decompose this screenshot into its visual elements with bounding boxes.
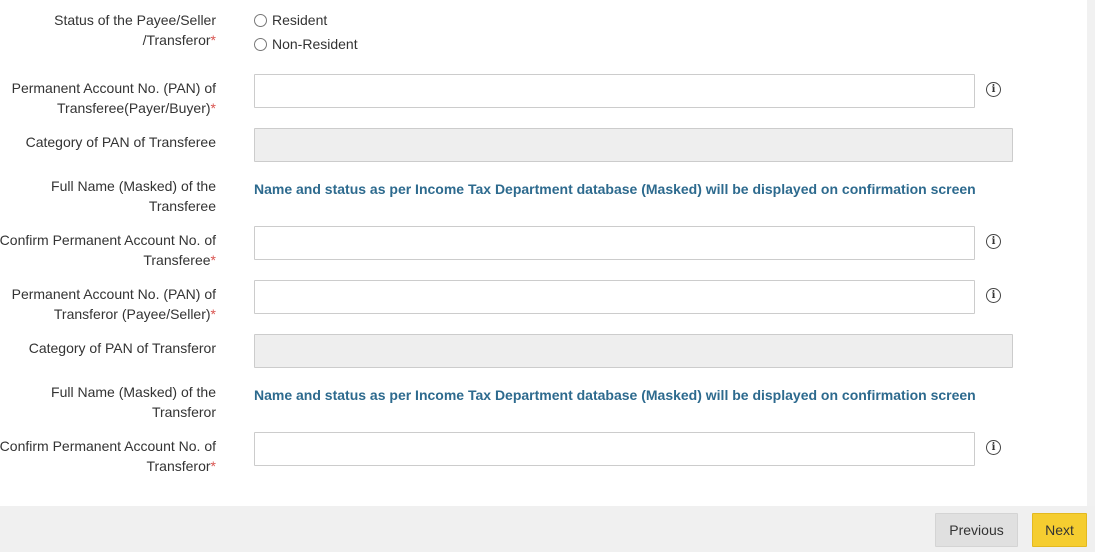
info-icon[interactable]: i	[986, 288, 1001, 303]
required-marker: *	[210, 458, 216, 474]
pan-transferee-label-line2: Transferee(Payer/Buyer)	[57, 100, 211, 116]
confirm-pan-transferee-label-line2: Transferee	[143, 252, 211, 268]
name-transferor-label-line1: Full Name (Masked) of the	[51, 384, 216, 400]
confirm-pan-transferor-input[interactable]	[254, 432, 975, 466]
category-transferee-field	[254, 128, 1013, 162]
scrollbar-track[interactable]	[1087, 0, 1095, 506]
radio-resident-label[interactable]: Resident	[272, 10, 327, 30]
required-marker: *	[210, 306, 216, 322]
required-marker: *	[210, 252, 216, 268]
name-transferee-label: Full Name (Masked) of the Transferee	[51, 176, 216, 216]
info-icon[interactable]: i	[986, 82, 1001, 97]
pan-transferor-label-line1: Permanent Account No. (PAN) of	[11, 286, 216, 302]
previous-button[interactable]: Previous	[935, 513, 1018, 547]
form-panel: Status of the Payee/Seller /Transferor* …	[0, 0, 1087, 506]
category-transferor-label: Category of PAN of Transferor	[29, 338, 216, 358]
category-transferee-label: Category of PAN of Transferee	[26, 132, 216, 152]
name-transferee-label-line1: Full Name (Masked) of the	[51, 178, 216, 194]
name-transferee-note: Name and status as per Income Tax Depart…	[254, 181, 976, 197]
radio-non-resident-label[interactable]: Non-Resident	[272, 34, 358, 54]
radio-circle-icon[interactable]	[254, 13, 267, 27]
status-label: Status of the Payee/Seller /Transferor*	[54, 10, 216, 50]
confirm-pan-transferee-input[interactable]	[254, 226, 975, 260]
name-transferor-label: Full Name (Masked) of the Transferor	[51, 382, 216, 422]
confirm-pan-transferor-label: Confirm Permanent Account No. of Transfe…	[0, 436, 216, 476]
confirm-pan-transferor-label-line1: Confirm Permanent Account No. of	[0, 438, 216, 454]
status-label-line1: Status of the Payee/Seller	[54, 12, 216, 28]
radio-circle-icon[interactable]	[254, 37, 267, 51]
name-transferor-note: Name and status as per Income Tax Depart…	[254, 387, 976, 403]
name-transferor-label-line2: Transferor	[151, 404, 216, 420]
info-icon[interactable]: i	[986, 440, 1001, 455]
pan-transferor-label: Permanent Account No. (PAN) of Transfero…	[12, 284, 216, 324]
next-button[interactable]: Next	[1032, 513, 1087, 547]
radio-resident[interactable]: Resident	[254, 10, 327, 30]
pan-transferee-input[interactable]	[254, 74, 975, 108]
pan-transferor-label-line2: Transferor (Payee/Seller)	[53, 306, 211, 322]
category-transferee-label-line1: Category of PAN of Transferee	[25, 134, 216, 150]
required-marker: *	[210, 100, 216, 116]
radio-non-resident[interactable]: Non-Resident	[254, 34, 358, 54]
required-marker: *	[210, 32, 216, 48]
status-label-line2: /Transferor	[142, 32, 211, 48]
pan-transferee-label-line1: Permanent Account No. (PAN) of	[11, 80, 216, 96]
info-icon[interactable]: i	[986, 234, 1001, 249]
category-transferor-field	[254, 334, 1013, 368]
confirm-pan-transferor-label-line2: Transferor	[146, 458, 211, 474]
name-transferee-label-line2: Transferee	[148, 198, 216, 214]
confirm-pan-transferee-label-line1: Confirm Permanent Account No. of	[0, 232, 216, 248]
pan-transferee-label: Permanent Account No. (PAN) of Transfere…	[12, 78, 216, 118]
confirm-pan-transferee-label: Confirm Permanent Account No. of Transfe…	[0, 230, 216, 270]
pan-transferor-input[interactable]	[254, 280, 975, 314]
category-transferor-label-line1: Category of PAN of Transferor	[28, 340, 216, 356]
